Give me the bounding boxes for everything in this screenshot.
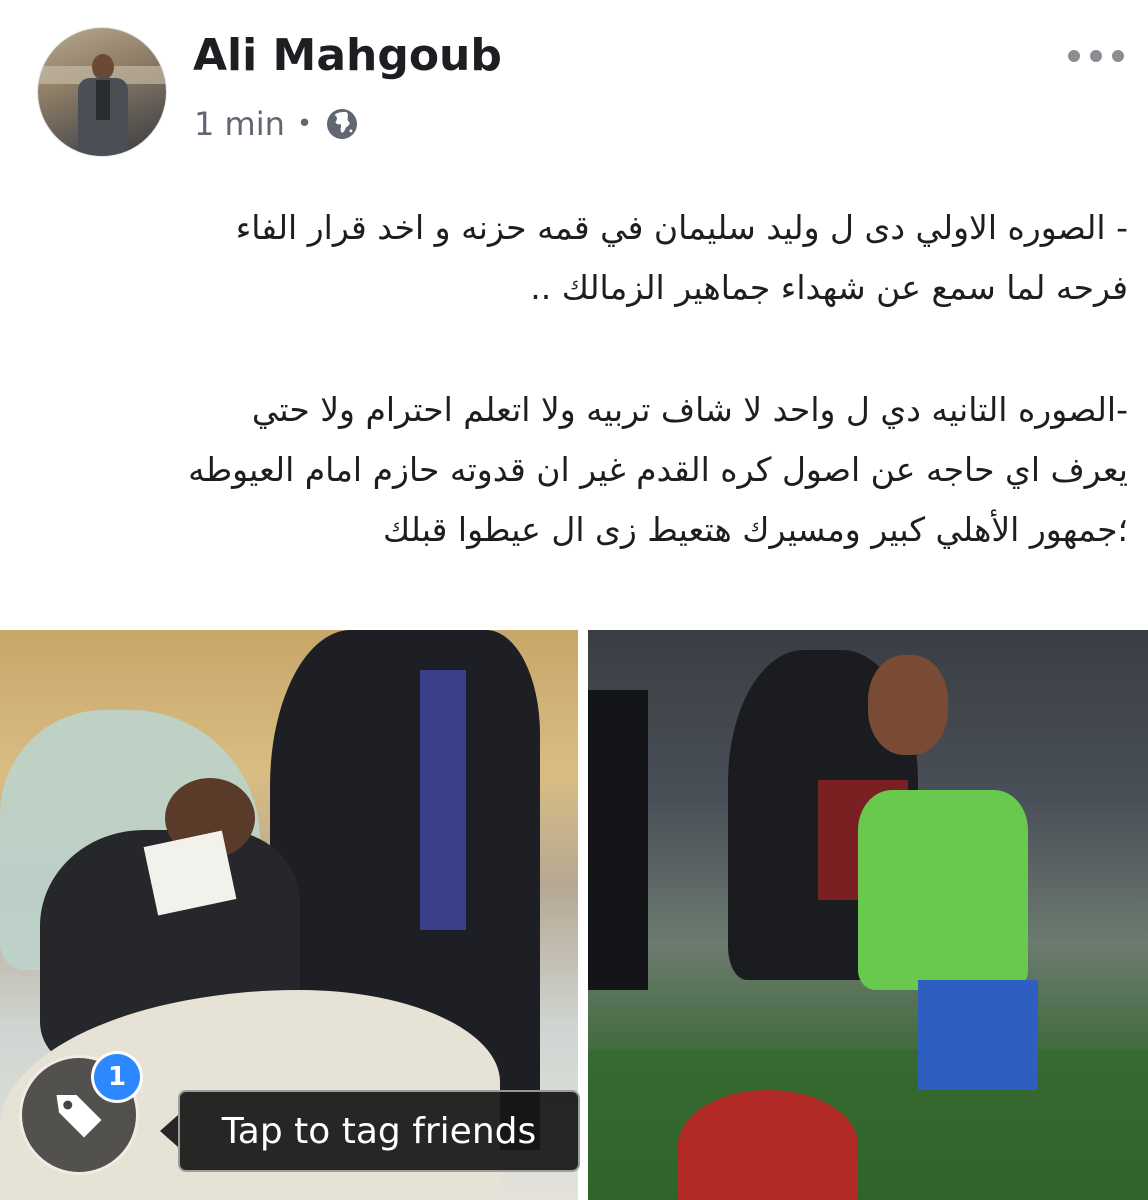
avatar-shirt <box>96 80 110 120</box>
globe-icon[interactable] <box>324 106 360 142</box>
post-text-line: -الصوره التانيه دي ل واحد لا شاف تربيه و… <box>251 390 1128 429</box>
photo-bystander <box>588 690 648 990</box>
photo-fallen-player <box>678 1090 858 1200</box>
post-header: Ali Mahgoub 1 min • <box>0 0 1148 170</box>
more-horizontal-icon[interactable] <box>1068 44 1130 68</box>
more-dot <box>1068 50 1080 62</box>
post-text-line: يعرف اي حاجه عن اصول كره القدم غير ان قد… <box>188 450 1128 489</box>
tag-friends-tooltip[interactable]: Tap to tag friends <box>178 1090 580 1172</box>
tag-count-badge: 1 <box>94 1054 140 1100</box>
post-text-line: فرحه لما سمع عن شهداء جماهير الزمالك .. <box>530 268 1128 307</box>
post-text-line: ؛جمهور الأهلي كبير ومسيرك هتعيط زى ال عي… <box>382 510 1128 549</box>
author-name[interactable]: Ali Mahgoub <box>193 30 502 81</box>
more-dot <box>1112 50 1124 62</box>
tag-icon <box>56 1095 102 1138</box>
post-time[interactable]: 1 min <box>194 105 285 143</box>
photo-green-bib <box>858 790 1028 990</box>
photo-field <box>588 1050 1148 1200</box>
photo-official-head <box>868 655 948 755</box>
post-text: - الصوره الاولي دى ل وليد سليمان في قمه … <box>20 198 1128 560</box>
avatar[interactable] <box>38 28 166 156</box>
post-text-line: - الصوره الاولي دى ل وليد سليمان في قمه … <box>235 208 1128 247</box>
photo-right[interactable] <box>588 630 1148 1200</box>
more-dot <box>1090 50 1102 62</box>
photo-tie <box>420 670 466 930</box>
meta-separator: • <box>296 109 313 139</box>
tooltip-arrow <box>160 1115 178 1147</box>
avatar-head <box>92 54 114 80</box>
post-meta: 1 min • <box>194 100 360 148</box>
photo-blue-shorts <box>918 980 1038 1090</box>
